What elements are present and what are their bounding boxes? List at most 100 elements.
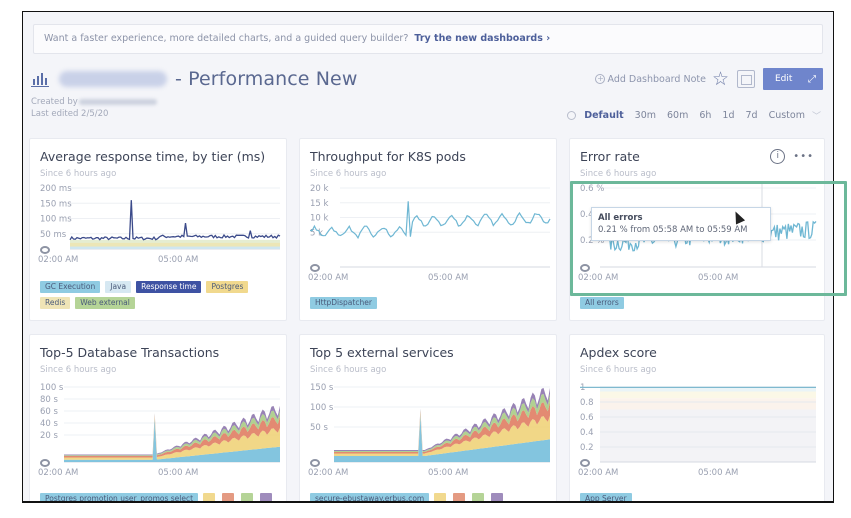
x-tick-label: 02:00 AM (308, 273, 348, 283)
time-option-custom[interactable]: Custom (769, 110, 805, 121)
widget-title: Average response time, by tier (ms) (40, 149, 266, 164)
x-tick-label: 05:00 AM (158, 255, 198, 265)
chart-legend: HttpDispatcher (310, 297, 550, 313)
widget-title: Error rate (580, 149, 640, 164)
widget-db-transactions[interactable]: Top-5 Database Transactions Since 6 hour… (29, 334, 290, 501)
dashboard-meta: Created by Last edited 2/5/20 (31, 96, 157, 120)
y-tick-label: 10 k (310, 214, 329, 224)
x-tick-label: 05:00 AM (428, 468, 468, 478)
widget-title: Apdex score (580, 345, 657, 360)
legend-swatch[interactable] (241, 493, 254, 501)
time-option-1d[interactable]: 1d (722, 110, 734, 121)
legend-item[interactable]: All errors (580, 297, 624, 309)
time-option-default[interactable]: Default (584, 110, 623, 121)
legend-swatch[interactable] (222, 493, 235, 501)
widget-subtitle: Since 6 hours ago (40, 365, 117, 375)
dashboard-window: Want a faster experience, more detailed … (22, 11, 834, 503)
y-tick-label: 100 ms (40, 215, 72, 225)
widget-external-services[interactable]: Top 5 external services Since 6 hours ag… (299, 334, 560, 501)
legend-item[interactable]: HttpDispatcher (310, 297, 377, 309)
x-tick-label: 02:00 AM (38, 468, 78, 478)
widget-subtitle: Since 6 hours ago (580, 169, 657, 179)
banner-text: Want a faster experience, more detailed … (44, 33, 409, 44)
add-dashboard-note-button[interactable]: + Add Dashboard Note (595, 73, 706, 85)
time-option-7d[interactable]: 7d (746, 110, 758, 121)
apdex-band (600, 398, 816, 410)
widget-subtitle: Since 6 hours ago (580, 365, 657, 375)
widget-error-rate[interactable]: Error rate i ••• Since 6 hours ago 0.6 %… (569, 138, 825, 321)
chevron-down-icon[interactable]: ﹀ (812, 109, 821, 122)
legend-swatch[interactable] (203, 493, 216, 501)
try-new-dashboards-link[interactable]: Try the new dashboards › (414, 33, 550, 44)
chart-plot[interactable]: 150 s 100 s 50 s 02:00 AM 05:00 AM (300, 379, 558, 489)
x-tick-label: 02:00 AM (578, 273, 618, 283)
chart-plot[interactable]: 200 ms 150 ms 100 ms 50 ms 02:00 AM 05:00 AM (30, 183, 288, 283)
expand-icon[interactable]: ⤢ (808, 74, 816, 85)
y-tick-label: 0.6 (580, 413, 594, 423)
widget-avg-response-time[interactable]: Average response time, by tier (ms) Sinc… (29, 138, 287, 321)
legend-item[interactable]: App Server (580, 493, 632, 501)
y-tick-label: 60 s (40, 407, 59, 417)
legend-swatch[interactable] (472, 493, 485, 501)
legend-item[interactable]: Java (105, 281, 132, 293)
tv-mode-icon[interactable] (737, 70, 755, 88)
chart-legend: App Server (580, 493, 820, 501)
zero-marker-icon (580, 264, 590, 272)
y-tick-label: 150 s (310, 383, 334, 393)
chart-legend: Postgres promotion user_promos select (40, 493, 290, 501)
more-options-icon[interactable]: ••• (793, 151, 814, 162)
y-tick-label: 15 k (310, 199, 329, 209)
y-tick-label: 0.2 (580, 443, 594, 453)
chart-plot[interactable]: 20 k15 k10 k5 k02:00 AM 05:00 AM (300, 183, 558, 283)
cta-label: Try the new dashboards (414, 33, 543, 44)
info-icon[interactable]: i (770, 149, 786, 164)
legend-item[interactable]: Redis (40, 297, 71, 309)
new-dashboards-banner: Want a faster experience, more detailed … (33, 24, 823, 54)
legend-item[interactable]: Postgres promotion user_promos select (40, 493, 199, 501)
legend-swatch[interactable] (434, 493, 447, 501)
widget-apdex-score[interactable]: Apdex score Since 6 hours ago 10.80.60.4… (569, 334, 826, 501)
tooltip-body: 0.21 % from 05:58 AM to 05:59 AM (598, 225, 748, 235)
widget-title: Throughput for K8S pods (310, 149, 466, 164)
dashboard-account-name-redacted (59, 71, 167, 87)
legend-item[interactable]: Postgres (206, 281, 249, 293)
y-tick-label: 0.8 (580, 398, 594, 408)
chart-plot[interactable]: 100 s 80 s 60 s 40 s 20 s 02:00 AM 05:00 AM (30, 379, 288, 489)
x-tick-label: 05:00 AM (428, 273, 468, 283)
chart-tooltip: All errors 0.21 % from 05:58 AM to 05:59… (591, 207, 771, 241)
widget-throughput-k8s[interactable]: Throughput for K8S pods Since 6 hours ag… (299, 138, 557, 321)
legend-item[interactable]: GC Execution (40, 281, 101, 293)
chart-legend: All errors (580, 297, 820, 313)
widget-subtitle: Since 6 hours ago (40, 169, 117, 179)
zero-marker-icon (310, 264, 320, 272)
legend-swatch[interactable] (491, 493, 504, 501)
legend-item[interactable]: Web external (75, 297, 135, 309)
add-note-label: Add Dashboard Note (607, 73, 706, 85)
legend-item[interactable]: Response time (136, 281, 202, 293)
x-tick-label: 05:00 AM (698, 273, 738, 283)
y-tick-label: 100 s (40, 383, 64, 393)
time-picker: Default 30m 60m 6h 1d 7d Custom ﹀ (567, 109, 821, 122)
widget-title: Top 5 external services (310, 345, 454, 360)
y-tick-label: 20 k (310, 184, 329, 194)
legend-swatch[interactable] (453, 493, 466, 501)
chart-plot[interactable]: 10.80.60.40.202:00 AM05:00 AM (570, 379, 826, 489)
y-tick-label: 40 s (40, 419, 59, 429)
dashboard-title-row: - Performance New (31, 66, 357, 92)
x-tick-label: 02:00 AM (308, 468, 348, 478)
star-icon[interactable]: ☆ (712, 70, 729, 89)
widget-title: Top-5 Database Transactions (40, 345, 220, 360)
zero-marker-icon (580, 459, 590, 467)
legend-swatch[interactable] (260, 493, 273, 501)
y-tick-label: 150 ms (40, 199, 72, 209)
legend-item[interactable]: secure-ebustaway.erbus.com (310, 493, 430, 501)
plus-circle-icon: + (595, 74, 606, 84)
zero-marker-icon (40, 246, 50, 254)
time-option-60m[interactable]: 60m (667, 110, 688, 121)
chart-legend: secure-ebustaway.erbus.com (310, 493, 560, 501)
zero-marker-icon (310, 459, 320, 467)
edit-button[interactable]: Edit ⤢ (763, 68, 823, 90)
time-option-6h[interactable]: 6h (699, 110, 711, 121)
time-option-30m[interactable]: 30m (635, 110, 656, 121)
y-tick-label: 0.6 % (580, 184, 604, 194)
